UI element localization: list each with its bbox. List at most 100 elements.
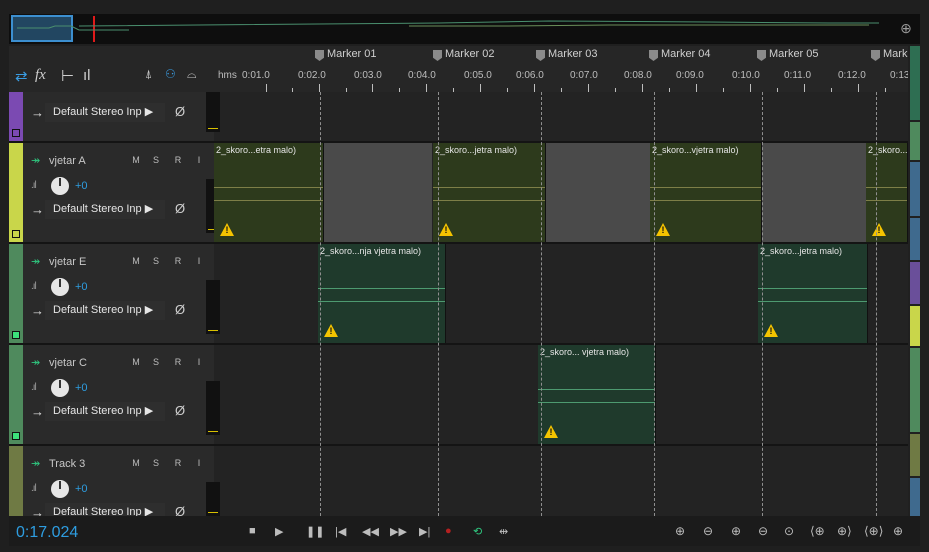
clip-name: 2_skoro... bbox=[868, 145, 908, 155]
record-arm-button[interactable]: R bbox=[169, 254, 187, 269]
track-name[interactable]: vjetar C bbox=[49, 357, 87, 369]
record-arm-button[interactable]: R bbox=[169, 456, 187, 471]
input-monitor-button[interactable]: I bbox=[190, 254, 208, 269]
marker-line bbox=[541, 92, 542, 516]
marker-label[interactable]: Marker 01 bbox=[315, 48, 377, 64]
track-lane[interactable] bbox=[214, 446, 908, 516]
pause-icon[interactable]: ❚❚ bbox=[306, 525, 324, 538]
phase-invert-button[interactable]: Ø bbox=[175, 104, 185, 119]
solo-button[interactable]: S bbox=[147, 153, 165, 168]
clip-name: 2_skoro...nja vjetra malo) bbox=[320, 246, 422, 256]
loop-icon[interactable]: ⟲ bbox=[473, 525, 482, 538]
track-select-checkbox[interactable] bbox=[12, 129, 20, 137]
marker-label[interactable]: Marker 02 bbox=[433, 48, 495, 64]
zoom-out-time-icon[interactable]: ⊖ bbox=[758, 524, 768, 538]
clip-name: 2_skoro... vjetra malo) bbox=[540, 347, 630, 357]
record-arm-button[interactable]: R bbox=[169, 153, 187, 168]
track-color-strip[interactable] bbox=[908, 46, 920, 516]
fast-forward-icon[interactable]: ▶▶ bbox=[390, 525, 407, 538]
audio-clip[interactable]: 2_skoro...etra malo)! bbox=[214, 143, 324, 242]
zoom-out-amplitude-icon[interactable]: ⊖ bbox=[703, 524, 713, 538]
volume-value[interactable]: +0 bbox=[75, 382, 88, 394]
fx-icon[interactable]: fx bbox=[35, 67, 46, 84]
track-lane[interactable]: 2_skoro... vjetra malo)! bbox=[214, 345, 908, 444]
overview-navigator[interactable]: ⊕ bbox=[9, 14, 920, 44]
audio-clip[interactable]: 2_skoro... vjetra malo)! bbox=[538, 345, 656, 444]
switch-icon[interactable]: ⇄ bbox=[15, 67, 28, 85]
time-display[interactable]: 0:17.024 bbox=[16, 524, 78, 542]
volume-icon: .ıl bbox=[31, 483, 37, 494]
audio-clip[interactable]: 2_skoro...nja vjetra malo)! bbox=[318, 244, 446, 343]
marker-label[interactable]: Marker bbox=[871, 48, 908, 64]
zoom-in-amplitude-icon[interactable]: ⊕ bbox=[675, 524, 685, 538]
track-select-checkbox[interactable] bbox=[12, 230, 20, 238]
marker-label[interactable]: Marker 03 bbox=[536, 48, 598, 64]
track-header-toolbar: ⇄ fx ⊢ ıl ⍋ ⚇ ⌓ bbox=[9, 46, 214, 92]
track-lane[interactable]: 2_skoro...nja vjetra malo)! 2_skoro...je… bbox=[214, 244, 908, 343]
zoom-selection-end-icon[interactable]: ⊕⟩ bbox=[837, 524, 852, 538]
monitor-icon[interactable]: ⚇ bbox=[165, 67, 176, 81]
mute-button[interactable]: M bbox=[127, 254, 145, 269]
solo-button[interactable]: S bbox=[147, 456, 165, 471]
zoom-tracks-icon[interactable]: ⊕ bbox=[893, 524, 903, 538]
volume-value[interactable]: +0 bbox=[75, 483, 88, 495]
volume-knob[interactable] bbox=[51, 278, 69, 296]
input-monitor-button[interactable]: I bbox=[190, 456, 208, 471]
mute-button[interactable]: M bbox=[127, 456, 145, 471]
eq-icon[interactable]: ıl bbox=[83, 67, 91, 84]
go-to-end-icon[interactable]: ▶| bbox=[419, 525, 430, 538]
input-monitor-button[interactable]: I bbox=[190, 153, 208, 168]
volume-value[interactable]: +0 bbox=[75, 281, 88, 293]
zoom-selection-start-icon[interactable]: ⟨⊕ bbox=[810, 524, 825, 538]
marker-label[interactable]: Marker 05 bbox=[757, 48, 819, 64]
audio-clip[interactable]: 2_skoro...jetra malo)! bbox=[433, 143, 546, 242]
phase-invert-button[interactable]: Ø bbox=[175, 201, 185, 216]
zoom-in-time-icon[interactable]: ⊕ bbox=[731, 524, 741, 538]
solo-button[interactable]: S bbox=[147, 355, 165, 370]
headphones-icon[interactable]: ⌓ bbox=[187, 67, 197, 82]
track-name[interactable]: vjetar E bbox=[49, 256, 86, 268]
zoom-selection-icon[interactable]: ⟨⊕⟩ bbox=[864, 524, 883, 538]
volume-knob[interactable] bbox=[51, 177, 69, 195]
track-select-checkbox[interactable] bbox=[12, 432, 20, 440]
input-routing-select[interactable]: Default Stereo Inp ▶ bbox=[45, 200, 165, 219]
marker-label[interactable]: Marker 04 bbox=[649, 48, 711, 64]
timeline-ruler[interactable]: Marker 01 Marker 02 Marker 03 Marker 04 … bbox=[214, 46, 908, 92]
go-to-start-icon[interactable]: |◀ bbox=[335, 525, 346, 538]
phase-invert-button[interactable]: Ø bbox=[175, 302, 185, 317]
zoom-full-icon[interactable]: ⊙ bbox=[784, 524, 794, 538]
volume-knob[interactable] bbox=[51, 379, 69, 397]
zoom-icon[interactable]: ⊕ bbox=[896, 20, 916, 40]
warning-icon: ! bbox=[544, 425, 558, 438]
solo-button[interactable]: S bbox=[147, 254, 165, 269]
track-header: ↠ Track 3 M S R I .ıl +0 → Default Stere… bbox=[23, 446, 220, 522]
audio-clip[interactable]: 2_skoro...jetra malo)! bbox=[758, 244, 868, 343]
track-name[interactable]: vjetar A bbox=[49, 155, 86, 167]
record-icon[interactable]: ● bbox=[445, 525, 452, 537]
track-lane[interactable]: 2_skoro...etra malo)! 2_skoro...jetra ma… bbox=[214, 143, 908, 242]
stop-icon[interactable]: ■ bbox=[249, 525, 256, 537]
phase-invert-button[interactable]: Ø bbox=[175, 403, 185, 418]
volume-value[interactable]: +0 bbox=[75, 180, 88, 192]
mute-button[interactable]: M bbox=[127, 153, 145, 168]
skip-icon[interactable]: ⇹ bbox=[499, 525, 508, 538]
volume-knob[interactable] bbox=[51, 480, 69, 498]
audio-clip[interactable]: 2_skoro...vjetra malo)! bbox=[650, 143, 762, 242]
audition-multitrack-app: ⊕ ⇄ fx ⊢ ıl ⍋ ⚇ ⌓ Marker 01 Marker 02 Ma… bbox=[0, 0, 929, 552]
marker-line bbox=[438, 92, 439, 516]
play-icon[interactable]: ▶ bbox=[275, 525, 283, 538]
track-select-checkbox[interactable] bbox=[12, 331, 20, 339]
audio-clip[interactable]: 2_skoro...! bbox=[866, 143, 908, 242]
empty-gap bbox=[546, 143, 650, 242]
sends-icon[interactable]: ⊢ bbox=[61, 67, 74, 85]
record-arm-button[interactable]: R bbox=[169, 355, 187, 370]
input-routing-select[interactable]: Default Stereo Inp ▶ bbox=[45, 103, 165, 122]
input-monitor-button[interactable]: I bbox=[190, 355, 208, 370]
input-routing-select[interactable]: Default Stereo Inp ▶ bbox=[45, 402, 165, 421]
rewind-icon[interactable]: ◀◀ bbox=[362, 525, 379, 538]
mute-button[interactable]: M bbox=[127, 355, 145, 370]
track-lane[interactable] bbox=[214, 92, 908, 141]
metronome-icon[interactable]: ⍋ bbox=[145, 67, 152, 82]
track-name[interactable]: Track 3 bbox=[49, 458, 85, 470]
input-routing-select[interactable]: Default Stereo Inp ▶ bbox=[45, 301, 165, 320]
